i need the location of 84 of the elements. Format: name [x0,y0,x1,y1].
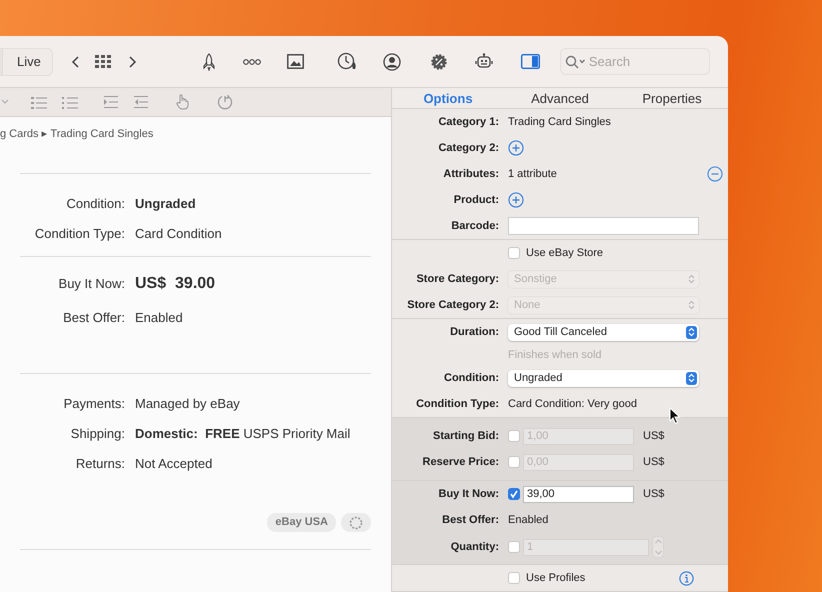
indent-icon[interactable] [104,96,118,108]
checkbox[interactable] [508,541,520,553]
breadcrumb: g Cards ▸ Trading Card Singles [0,127,154,142]
info-icon[interactable] [679,570,694,586]
popup-button[interactable]: Good Till Canceled [508,324,699,340]
search-field[interactable]: Search [560,48,710,75]
user-icon[interactable] [382,52,401,70]
checkbox-label: Use Profiles [526,572,586,584]
detail-label: Payments: [62,395,125,413]
field-label: Buy It Now: [438,488,499,500]
detail-value: Domestic: FREE USPS Priority Mail [135,425,350,443]
stepper-icon [686,298,697,312]
detail-label: Buy It Now: [58,275,125,293]
currency-label: US$ [643,430,664,442]
detail-label: Condition Type: [34,225,125,243]
field-label: Category 1: [438,116,499,128]
region-badge: eBay USA [267,513,336,532]
image-icon[interactable] [286,54,304,69]
hint-text: Finishes when sold [508,349,602,361]
checkbox[interactable] [508,430,520,442]
detail-value: Ungraded [135,195,196,213]
field-label: Starting Bid: [433,430,499,442]
mouse-pointer-icon [669,407,681,425]
currency-label: US$ [643,456,664,468]
field-label: Duration: [450,326,499,338]
forward-icon[interactable] [126,54,137,68]
detail-value: Enabled [135,309,183,327]
field-label: Product: [454,194,499,206]
dots-icon[interactable] [242,58,261,66]
barcode-field[interactable] [508,217,699,235]
robot-icon[interactable] [474,53,493,70]
field-label: Attributes: [443,168,499,180]
checkbox-label: Use eBay Store [526,247,604,259]
field-label: Quantity: [450,541,499,553]
detail-label: Best Offer: [62,309,125,327]
inspector-tab[interactable]: Advanced [504,88,616,108]
rocket-icon[interactable] [200,52,217,70]
live-button[interactable]: Live [3,48,52,74]
inspector-tab[interactable]: Properties [616,88,728,108]
price-field[interactable]: 39,00 [523,486,634,502]
search-icon[interactable] [564,55,587,69]
detail-label: Condition: [65,195,125,213]
stepper-icon [686,372,697,384]
add-icon[interactable] [508,140,524,156]
detail-value: Managed by eBay [135,395,240,413]
stepper-icon [686,326,697,338]
field-label: Store Category: [416,273,499,285]
numbered-list-icon[interactable] [62,96,78,108]
outdent-icon[interactable] [134,96,148,108]
back-icon[interactable] [70,54,81,68]
remove-icon[interactable] [707,166,723,182]
detail-value: Not Accepted [135,455,212,473]
field-label: Condition Type: [416,398,499,410]
checkbox[interactable] [508,456,520,468]
field-label: Category 2: [438,142,499,154]
alert-circle-icon[interactable] [217,94,233,110]
popup-button[interactable]: Ungraded [508,370,699,386]
detail-label: Shipping: [70,425,125,443]
checkbox[interactable] [508,488,520,500]
field-value: Enabled [508,514,548,526]
sidebar-icon[interactable] [520,54,540,69]
field-label: Best Offer: [442,514,499,526]
checkbox[interactable] [508,247,520,259]
field-label: Barcode: [451,220,499,232]
field-value: 1 attribute [508,168,557,180]
chevron-down-icon[interactable] [1,99,9,105]
detail-value: US$ 39.00 [135,274,216,294]
field-label: Reserve Price: [422,456,499,468]
field-label: Condition: [444,372,499,384]
grid-icon[interactable] [94,54,111,68]
bullet-list-icon[interactable] [31,96,47,108]
field-label: Store Category 2: [407,299,499,311]
detail-label: Returns: [74,455,125,473]
field-value: Card Condition: Very good [508,398,638,410]
field-value: Trading Card Singles [508,116,611,128]
add-icon[interactable] [508,192,524,208]
detail-value: Card Condition [135,225,222,243]
stepper-icon [686,272,697,286]
checkbox[interactable] [508,572,520,584]
inspector-tab[interactable]: Options [392,88,504,108]
hand-pointer-icon[interactable] [176,94,190,110]
currency-label: US$ [643,488,664,500]
gear-percent-icon[interactable] [430,54,447,70]
spinner-icon [341,513,371,532]
